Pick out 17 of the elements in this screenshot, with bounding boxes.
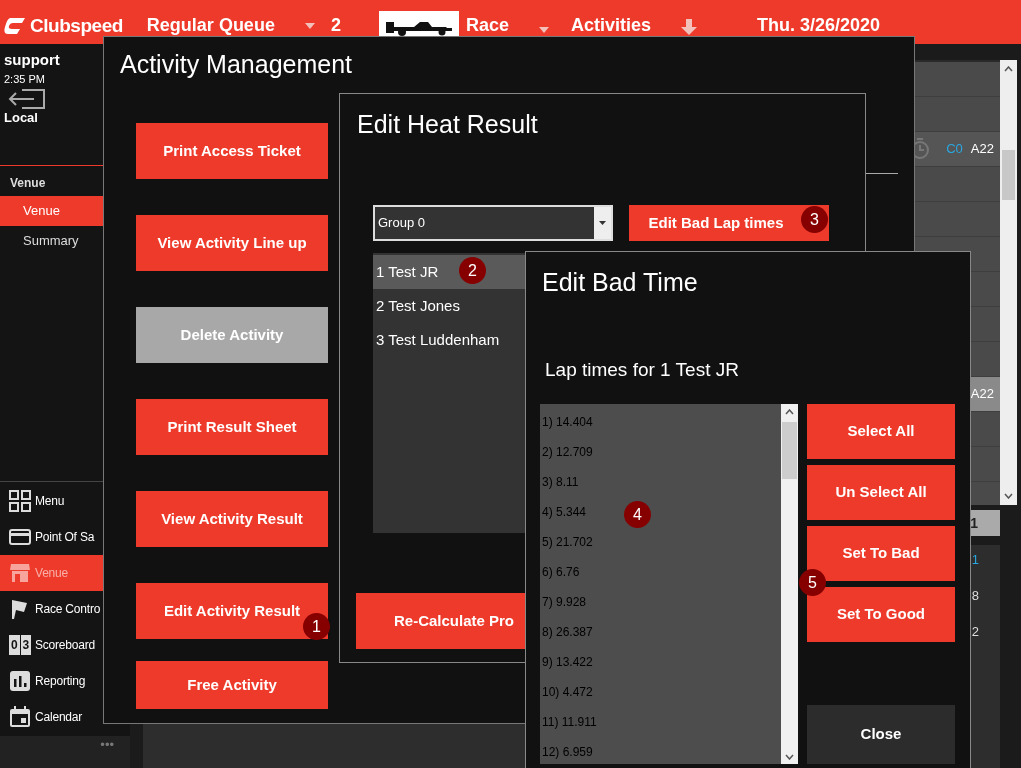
- logo-text: Clubspeed: [30, 16, 123, 36]
- table-cell-text: A22: [970, 385, 994, 404]
- table-cell: 1: [971, 551, 979, 568]
- dialog-title: Edit Bad Time: [542, 267, 698, 298]
- clock-time: 2:35 PM: [3, 72, 46, 86]
- queue-count: 2: [330, 15, 341, 35]
- dialog-title: Activity Management: [119, 49, 354, 80]
- table-header: 1: [970, 513, 978, 533]
- location-label: Local: [3, 109, 39, 126]
- table-cell-text: C0: [946, 140, 963, 159]
- table-cell: 2: [971, 623, 979, 640]
- table-cell: 8: [971, 587, 979, 604]
- section-heading: Venue: [9, 175, 47, 192]
- table-cell-text: A22: [970, 140, 994, 159]
- dialog-title: Edit Heat Result: [357, 109, 538, 140]
- date-label: Thu. 3/26/2020: [757, 15, 881, 35]
- lap-times-heading: Lap times for 1 Test JR: [545, 358, 739, 382]
